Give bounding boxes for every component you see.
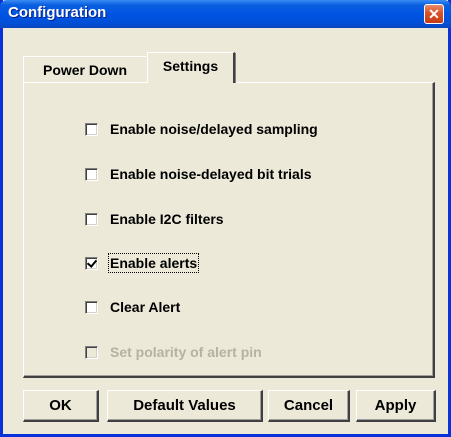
option-clear-alert[interactable]: Clear Alert bbox=[85, 297, 180, 317]
tab-settings[interactable]: Settings bbox=[147, 52, 236, 83]
option-enable-alerts[interactable]: Enable alerts bbox=[85, 253, 200, 273]
checkbox-alert-pin-polarity bbox=[85, 345, 98, 359]
window-title: Configuration bbox=[8, 4, 107, 21]
checkbox-clear-alert[interactable] bbox=[85, 300, 98, 314]
cancel-button[interactable]: Cancel bbox=[268, 390, 350, 422]
default-values-button[interactable]: Default Values bbox=[107, 390, 263, 422]
tab-label: Power Down bbox=[42, 61, 127, 78]
checkbox-noise-delayed-bit-trials[interactable] bbox=[85, 167, 98, 181]
close-button[interactable]: ✕ bbox=[424, 4, 444, 24]
option-alert-pin-polarity: Set polarity of alert pin bbox=[85, 342, 262, 362]
checkbox-i2c-filters[interactable] bbox=[85, 212, 98, 226]
tab-power-down[interactable]: Power Down bbox=[23, 56, 146, 82]
option-label: Clear Alert bbox=[110, 299, 181, 315]
ok-button[interactable]: OK bbox=[23, 390, 99, 422]
option-label: Enable noise-delayed bit trials bbox=[110, 166, 312, 182]
option-label: Enable I2C filters bbox=[110, 211, 224, 227]
option-label: Enable alerts bbox=[107, 253, 200, 273]
tab-label: Settings bbox=[162, 58, 219, 74]
option-noise-delayed-sampling[interactable]: Enable noise/delayed sampling bbox=[85, 119, 318, 139]
settings-panel: Enable noise/delayed sampling Enable noi… bbox=[23, 82, 435, 378]
option-noise-delayed-bit-trials[interactable]: Enable noise-delayed bit trials bbox=[85, 164, 312, 184]
option-i2c-filters[interactable]: Enable I2C filters bbox=[85, 209, 224, 229]
checkbox-noise-delayed-sampling[interactable] bbox=[85, 122, 98, 136]
option-label: Enable noise/delayed sampling bbox=[110, 121, 318, 137]
checkbox-enable-alerts[interactable] bbox=[85, 256, 98, 270]
configuration-dialog: Configuration ✕ Power Down Settings Enab… bbox=[0, 0, 451, 437]
close-icon: ✕ bbox=[428, 5, 440, 22]
option-label: Set polarity of alert pin bbox=[110, 344, 262, 360]
apply-button[interactable]: Apply bbox=[356, 390, 436, 422]
title-bar[interactable]: Configuration ✕ bbox=[0, 0, 451, 28]
dialog-client-area: Power Down Settings Enable noise/delayed… bbox=[3, 28, 448, 434]
